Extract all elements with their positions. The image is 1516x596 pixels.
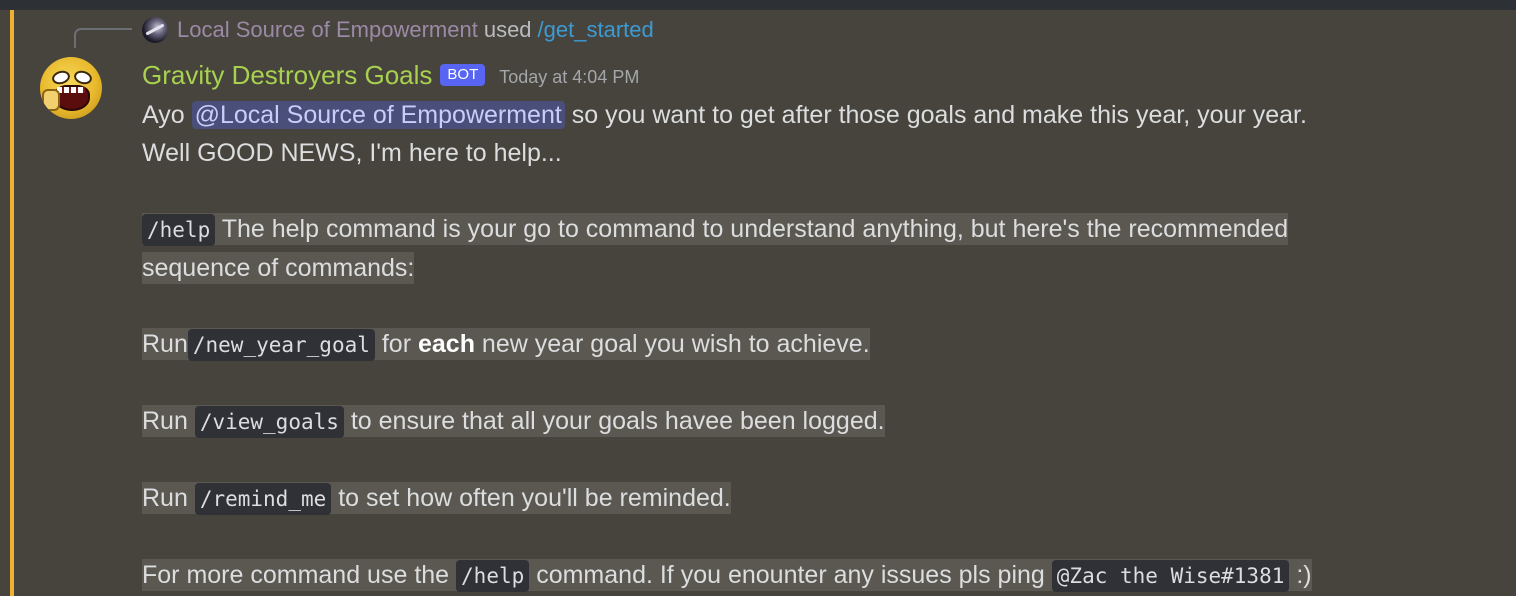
sequence-text: sequence of commands: [142, 252, 415, 284]
good-news-text: Well GOOD NEWS, I'm here to help... [142, 139, 562, 167]
intro-text: so you want to get after those goals and… [571, 101, 1307, 129]
goal-description-text: new year goal you wish to achieve. [481, 330, 870, 358]
avatar-fist-icon [42, 89, 60, 111]
message-line-6: Run /view_goals to ensure that all your … [142, 402, 1472, 441]
remind-me-command-code[interactable]: /remind_me [194, 483, 332, 515]
message-timestamp[interactable]: Today at 4:04 PM [499, 63, 639, 88]
help-command-code[interactable]: /help [142, 214, 216, 246]
reply-spine-icon [74, 28, 132, 48]
view-goals-description-text: to ensure that all your goals havee been… [350, 407, 885, 435]
reply-username[interactable]: Local Source of Empowerment [177, 17, 478, 43]
run-label: Run [142, 407, 188, 435]
contact-handle-code: @Zac the Wise#1381 [1051, 560, 1290, 592]
new-year-goal-command-code[interactable]: /new_year_goal [187, 329, 375, 361]
view-goals-command-code[interactable]: /view_goals [194, 406, 344, 438]
message-line-2: Well GOOD NEWS, I'm here to help... [142, 134, 1472, 172]
author-avatar[interactable] [40, 57, 102, 119]
reply-command-link[interactable]: /get_started [538, 17, 654, 43]
for-text: for [381, 330, 412, 358]
remind-description-text: to set how often you'll be reminded. [338, 484, 731, 512]
message-header: Gravity Destroyers Goals BOT Today at 4:… [142, 58, 639, 92]
user-mention[interactable]: @Local Source of Empowerment [191, 101, 565, 129]
top-divider [0, 0, 1516, 10]
more-commands-text: For more command use the [142, 561, 450, 589]
message-line-3: /help The help command is your go to com… [142, 210, 1472, 249]
run-label: Run [142, 484, 188, 512]
message-line-5: Run/new_year_goal for each new year goal… [142, 325, 1472, 364]
message-line-4: sequence of commands: [142, 249, 1472, 287]
bot-badge: BOT [440, 64, 486, 86]
avatar-left-eye-icon [50, 68, 72, 87]
author-username[interactable]: Gravity Destroyers Goals [142, 60, 432, 91]
message-content: Ayo @Local Source of Empowerment so you … [142, 96, 1472, 595]
avatar-teeth-icon [57, 87, 85, 93]
greeting-text: Ayo [142, 101, 185, 129]
help-command-code-2[interactable]: /help [456, 560, 530, 592]
mention-highlight-bar [10, 10, 14, 596]
run-label: Run [142, 330, 188, 358]
reply-used-label: used [483, 17, 532, 42]
issues-text: command. If you enounter any issues pls … [536, 561, 1045, 589]
avatar-right-eye-icon [72, 68, 94, 87]
message-line-7: Run /remind_me to set how often you'll b… [142, 479, 1472, 518]
reply-avatar-icon[interactable] [142, 17, 168, 43]
smiley-text: :) [1296, 561, 1312, 589]
message-line-1: Ayo @Local Source of Empowerment so you … [142, 96, 1472, 134]
reply-reference[interactable]: Local Source of Empowerment used /get_st… [142, 15, 654, 45]
each-bold-text: each [417, 330, 475, 358]
help-description-text: The help command is your go to command t… [221, 215, 1289, 243]
message-line-8: For more command use the /help command. … [142, 556, 1472, 595]
